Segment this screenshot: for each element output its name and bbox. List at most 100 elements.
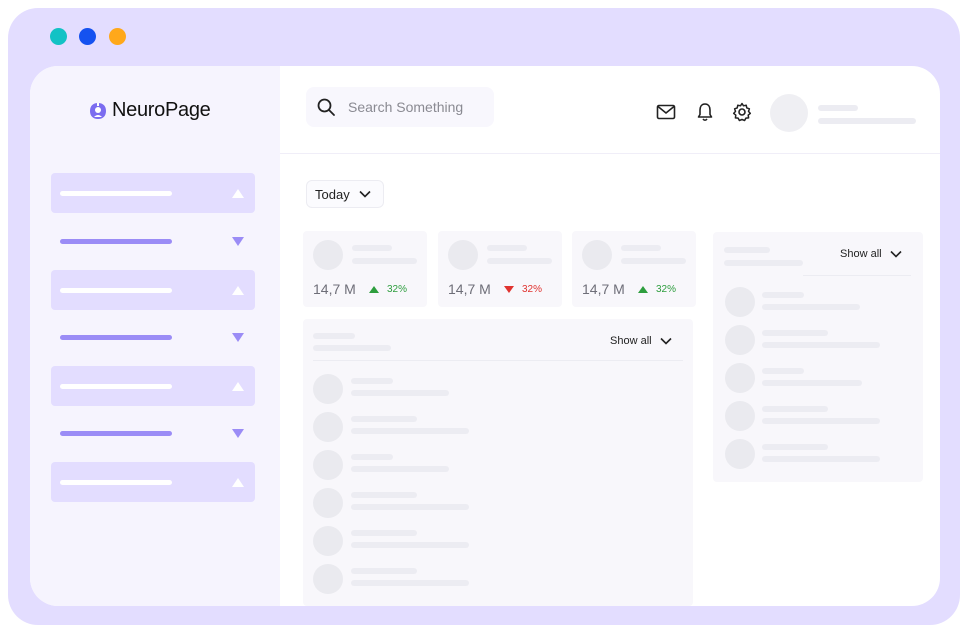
avatar[interactable] — [770, 94, 808, 132]
list-item-subtitle-placeholder — [351, 428, 469, 434]
divider — [313, 360, 683, 361]
sidebar-item-5[interactable] — [51, 366, 255, 406]
close-window-dot[interactable] — [50, 28, 67, 45]
stat-icon-placeholder — [582, 240, 612, 270]
stat-title-placeholder — [487, 245, 527, 251]
stat-card-1[interactable]: 14,7 M 32% — [303, 231, 427, 307]
list-item-subtitle-placeholder — [762, 456, 880, 462]
list-item-title-placeholder — [351, 378, 393, 384]
stat-card-3[interactable]: 14,7 M 32% — [572, 231, 696, 307]
stat-card-2[interactable]: 14,7 M 32% — [438, 231, 562, 307]
list-item-title-placeholder — [762, 330, 828, 336]
bell-icon[interactable] — [695, 102, 715, 122]
sidebar-item-2[interactable] — [51, 221, 255, 261]
date-filter-label: Today — [315, 186, 350, 202]
caret-up-icon — [232, 286, 244, 295]
list-item-title-placeholder — [351, 416, 417, 422]
chevron-down-icon — [359, 190, 371, 198]
stat-subtitle-placeholder — [352, 258, 417, 264]
stat-icon-placeholder — [313, 240, 343, 270]
brain-icon — [90, 102, 106, 119]
list-item-subtitle-placeholder — [762, 380, 862, 386]
minimize-window-dot[interactable] — [79, 28, 96, 45]
main-list-panel: Show all — [303, 319, 693, 606]
stat-icon-placeholder — [448, 240, 478, 270]
stat-value: 14,7 M — [313, 281, 356, 297]
stat-title-placeholder — [352, 245, 392, 251]
sidebar-item-7[interactable] — [51, 462, 255, 502]
sidebar-item-placeholder — [60, 384, 172, 389]
list-item-subtitle-placeholder — [351, 466, 449, 472]
date-filter-dropdown[interactable]: Today — [306, 180, 384, 208]
sidebar-item-6[interactable] — [51, 413, 255, 453]
panel-subtitle-placeholder — [313, 345, 391, 351]
sidebar-item-3[interactable] — [51, 270, 255, 310]
list-item-avatar — [313, 564, 343, 594]
stat-value: 14,7 M — [448, 281, 491, 297]
list-item-title-placeholder — [762, 406, 828, 412]
caret-up-icon — [232, 382, 244, 391]
caret-down-icon — [232, 333, 244, 342]
chevron-down-icon — [890, 250, 902, 258]
list-item-avatar — [313, 374, 343, 404]
list-item-avatar — [313, 488, 343, 518]
show-all-label: Show all — [840, 248, 882, 260]
list-item-avatar — [313, 450, 343, 480]
list-item-title-placeholder — [351, 492, 417, 498]
list-item-avatar — [725, 325, 755, 355]
list-item-subtitle-placeholder — [762, 342, 880, 348]
stat-value: 14,7 M — [582, 281, 625, 297]
panel-title-placeholder — [313, 333, 355, 339]
panel-title-placeholder — [724, 247, 770, 253]
trend-up-icon — [638, 286, 648, 293]
list-item-subtitle-placeholder — [762, 418, 880, 424]
show-all-label: Show all — [610, 335, 652, 347]
list-item-subtitle-placeholder — [762, 304, 860, 310]
brand-name: NeuroPage — [112, 99, 211, 121]
stat-change: 32% — [522, 284, 543, 295]
side-list-panel: Show all — [713, 232, 923, 482]
stat-change: 32% — [656, 284, 677, 295]
show-all-button[interactable]: Show all — [840, 248, 902, 260]
mail-icon[interactable] — [656, 102, 676, 122]
list-item-subtitle-placeholder — [351, 504, 469, 510]
list-item-title-placeholder — [351, 568, 417, 574]
search-placeholder: Search Something — [348, 99, 464, 115]
maximize-window-dot[interactable] — [109, 28, 126, 45]
list-item-subtitle-placeholder — [351, 542, 469, 548]
browser-frame: NeuroPage Search Something Today 14,7 M … — [8, 8, 960, 625]
divider — [803, 275, 911, 276]
sidebar-item-4[interactable] — [51, 317, 255, 357]
sidebar-item-placeholder — [60, 480, 172, 485]
sidebar-item-1[interactable] — [51, 173, 255, 213]
trend-down-icon — [504, 286, 514, 293]
user-name-placeholder — [818, 105, 858, 111]
stat-subtitle-placeholder — [487, 258, 552, 264]
search-input[interactable]: Search Something — [306, 87, 494, 127]
stat-subtitle-placeholder — [621, 258, 686, 264]
caret-down-icon — [232, 237, 244, 246]
show-all-button[interactable]: Show all — [610, 335, 672, 347]
list-item-avatar — [313, 526, 343, 556]
search-icon — [317, 98, 335, 116]
top-bar: Search Something — [280, 66, 940, 154]
user-role-placeholder — [818, 118, 916, 124]
sidebar-item-placeholder — [60, 288, 172, 293]
list-item-subtitle-placeholder — [351, 580, 469, 586]
list-item-title-placeholder — [762, 292, 804, 298]
list-item-avatar — [725, 439, 755, 469]
stat-title-placeholder — [621, 245, 661, 251]
panel-subtitle-placeholder — [724, 260, 803, 266]
sidebar-item-placeholder — [60, 239, 172, 244]
app-window: NeuroPage Search Something Today 14,7 M … — [30, 66, 940, 606]
list-item-title-placeholder — [351, 530, 417, 536]
caret-down-icon — [232, 429, 244, 438]
caret-up-icon — [232, 478, 244, 487]
caret-up-icon — [232, 189, 244, 198]
stat-change: 32% — [387, 284, 408, 295]
brand-logo[interactable]: NeuroPage — [87, 99, 211, 122]
list-item-subtitle-placeholder — [351, 390, 449, 396]
gear-icon[interactable] — [732, 102, 752, 122]
list-item-avatar — [313, 412, 343, 442]
sidebar-item-placeholder — [60, 191, 172, 196]
